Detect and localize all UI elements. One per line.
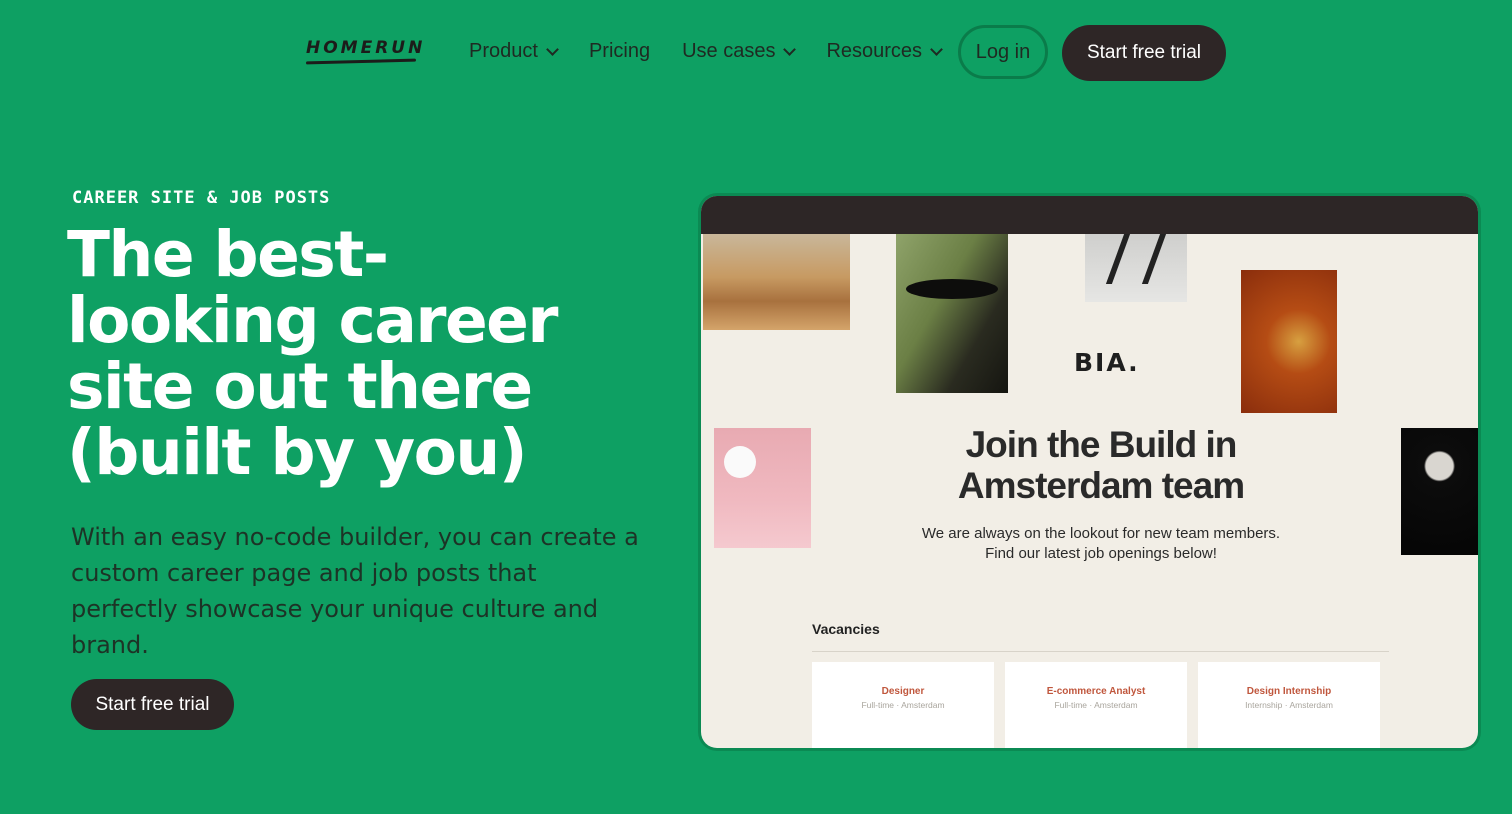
homerun-logo[interactable]: HOMERUN: [306, 38, 425, 58]
main-nav: Product Pricing Use cases Resources: [469, 40, 943, 63]
vacancy-meta: Full-time · Amsterdam: [1054, 700, 1138, 710]
bust-sculpture-photo: [1401, 428, 1478, 555]
vacancy-meta: Internship · Amsterdam: [1245, 700, 1333, 710]
preview-subtitle-line: We are always on the lookout for new tea…: [921, 525, 1281, 542]
vacancy-list: Designer Full-time · Amsterdam E-commerc…: [812, 662, 1380, 748]
chevron-down-icon: [546, 42, 559, 56]
vacancy-meta: Full-time · Amsterdam: [861, 700, 945, 710]
hero-subtext: With an easy no-code builder, you can cr…: [71, 523, 639, 659]
nav-item-label: Resources: [826, 40, 923, 62]
preview-subtitle-line: Find our latest job openings below!: [985, 545, 1217, 562]
career-site-preview: BIA. Join the Build in Amsterdam team We…: [701, 196, 1478, 748]
oil-bottles-photo: [1241, 270, 1337, 413]
bia-logo: BIA.: [1074, 348, 1140, 377]
login-button[interactable]: Log in: [958, 25, 1048, 79]
logo-underline: [305, 58, 417, 65]
preview-title: Join the Build in Amsterdam team: [957, 424, 1245, 506]
vacancy-role: Designer: [881, 686, 925, 697]
chevron-down-icon: [783, 42, 797, 56]
portrait-hat-photo: [896, 234, 1008, 393]
nav-item-pricing[interactable]: Pricing: [589, 40, 650, 63]
vacancy-card[interactable]: Designer Full-time · Amsterdam: [812, 662, 994, 748]
vacancy-role: Design Internship: [1246, 686, 1332, 697]
vacancy-role: E-commerce Analyst: [1046, 686, 1146, 697]
nav-item-label: Product: [469, 40, 538, 62]
hero-headline: The best-looking career site out there (…: [67, 218, 558, 489]
preview-subtitle: We are always on the lookout for new tea…: [881, 524, 1321, 564]
chevron-down-icon: [930, 42, 943, 56]
vacancy-card[interactable]: E-commerce Analyst Full-time · Amsterdam: [1005, 662, 1187, 748]
desert-photo: [703, 234, 850, 330]
pink-chair-photo: [714, 428, 811, 548]
vacancies-heading: Vacancies: [812, 621, 880, 637]
nav-item-resources[interactable]: Resources: [826, 40, 943, 63]
nav-item-label: Use cases: [682, 40, 776, 62]
nav-item-use-cases[interactable]: Use cases: [682, 40, 797, 63]
nav-item-label: Pricing: [588, 40, 651, 62]
hero-eyebrow: CAREER SITE & JOB POSTS: [72, 188, 331, 208]
start-free-trial-button-nav[interactable]: Start free trial: [1062, 25, 1226, 81]
start-free-trial-button-hero[interactable]: Start free trial: [71, 679, 234, 730]
vacancies-divider: [812, 651, 1389, 652]
vacancy-card[interactable]: Design Internship Internship · Amsterdam: [1198, 662, 1380, 748]
walking-legs-photo: [1085, 234, 1187, 302]
nav-item-product[interactable]: Product: [469, 40, 559, 63]
preview-browser-bar: [701, 196, 1478, 234]
